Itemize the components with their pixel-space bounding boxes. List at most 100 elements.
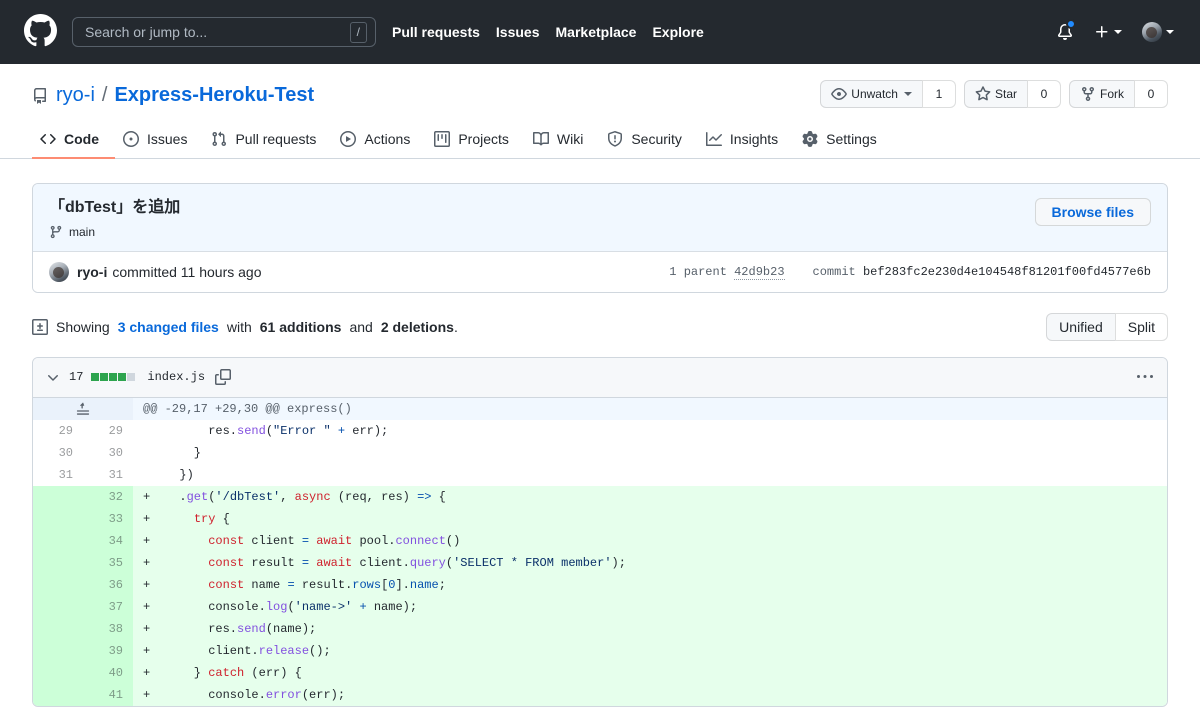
line-number-new: 32: [83, 485, 133, 508]
star-count[interactable]: 0: [1027, 80, 1061, 108]
fork-count[interactable]: 0: [1134, 80, 1168, 108]
repo-icon: [32, 86, 48, 104]
line-number-old: [33, 507, 83, 530]
nav-explore[interactable]: Explore: [652, 24, 703, 40]
repo-breadcrumb-separator: /: [101, 84, 108, 106]
nav-issues[interactable]: Issues: [496, 24, 540, 40]
notification-indicator-dot: [1066, 19, 1076, 29]
star-button[interactable]: Star: [963, 80, 1027, 108]
file-name[interactable]: index.js: [147, 370, 205, 384]
line-content[interactable]: }): [133, 463, 1167, 486]
diff-summary-row: Showing 3 changed files with 61 addition…: [32, 312, 1168, 341]
unified-view-button[interactable]: Unified: [1046, 312, 1115, 341]
eye-icon: [831, 86, 848, 102]
line-content[interactable]: + .get('/dbTest', async (req, res) => {: [133, 485, 1167, 508]
line-content[interactable]: + const result = await client.query('SEL…: [133, 551, 1167, 574]
parent-label: 1 parent: [669, 264, 727, 279]
tab-settings[interactable]: Settings: [794, 125, 893, 159]
parent-info: 1 parent 42d9b23: [669, 264, 785, 280]
hunk-header-text: @@ -29,17 +29,30 @@ express(): [133, 397, 1167, 420]
fork-label: Fork: [1100, 87, 1124, 101]
diff-summary-with: with: [226, 318, 252, 335]
file-diffstat: [91, 373, 136, 382]
tab-pull-requests[interactable]: Pull requests: [203, 125, 332, 159]
gear-icon: [802, 131, 818, 147]
repo-owner-link[interactable]: ryo-i: [56, 80, 95, 110]
commit-branch-name[interactable]: main: [69, 225, 95, 239]
author-avatar: [49, 261, 69, 282]
line-content[interactable]: }: [133, 441, 1167, 464]
tab-actions[interactable]: Actions: [332, 125, 426, 159]
line-number-old: [33, 573, 83, 596]
line-number-new: 29: [83, 419, 133, 442]
line-content[interactable]: + console.error(err);: [133, 683, 1167, 706]
commit-header-text: 「dbTest」を追加 main: [49, 198, 180, 239]
tab-code-label: Code: [64, 131, 99, 147]
unwatch-button[interactable]: Unwatch: [820, 80, 922, 108]
tab-actions-label: Actions: [364, 131, 411, 147]
nav-pull-requests[interactable]: Pull requests: [392, 24, 480, 40]
global-nav: Pull requests Issues Marketplace Explore: [392, 24, 704, 40]
diffstat-block-none: [127, 373, 136, 382]
notifications-button[interactable]: [1048, 16, 1082, 48]
line-number-old: [33, 485, 83, 508]
tab-insights[interactable]: Insights: [698, 125, 794, 159]
nav-marketplace[interactable]: Marketplace: [556, 24, 637, 40]
line-content[interactable]: res.send("Error " + err);: [133, 419, 1167, 442]
repo-name-link[interactable]: Express-Heroku-Test: [114, 80, 314, 110]
line-content[interactable]: + const name = result.rows[0].name;: [133, 573, 1167, 596]
line-number-new: 34: [83, 529, 133, 552]
line-number-new: 31: [83, 463, 133, 486]
browse-files-button[interactable]: Browse files: [1034, 198, 1151, 226]
tab-insights-label: Insights: [729, 131, 779, 147]
chevron-down-icon: [1114, 30, 1122, 34]
tab-projects[interactable]: Projects: [426, 125, 525, 159]
line-content[interactable]: + console.log('name->' + name);: [133, 595, 1167, 618]
commit-time-text: committed 11 hours ago: [112, 263, 262, 280]
tab-wiki[interactable]: Wiki: [525, 125, 599, 159]
create-new-button[interactable]: [1086, 16, 1130, 48]
commit-info: commit bef283fc2e230d4e104548f81201f00fd…: [813, 265, 1151, 279]
commit-label: commit: [812, 264, 856, 279]
repository-tabs: Code Issues Pull requests Actions Projec…: [32, 124, 1168, 159]
fork-button[interactable]: Fork: [1069, 80, 1134, 108]
line-content[interactable]: + } catch (err) {: [133, 661, 1167, 684]
changed-files-link[interactable]: 3 changed files: [118, 319, 219, 335]
line-number-new: 39: [83, 639, 133, 662]
diff-summary-and: and: [349, 318, 373, 335]
split-view-button[interactable]: Split: [1114, 312, 1168, 341]
commit-author-link[interactable]: ryo-i: [77, 264, 107, 280]
chevron-down-icon: [1166, 30, 1174, 34]
plus-icon: [1094, 24, 1110, 40]
fork-button-group: Fork 0: [1069, 80, 1168, 108]
tab-issues[interactable]: Issues: [115, 125, 203, 159]
watch-count[interactable]: 1: [921, 80, 956, 108]
copy-icon[interactable]: [215, 369, 232, 386]
line-number-new: 41: [83, 683, 133, 706]
line-content[interactable]: + try {: [133, 507, 1167, 530]
main-content: 「dbTest」を追加 main Browse files ryo-i comm…: [0, 159, 1200, 707]
diff-line-row: 35 + const result = await client.query('…: [33, 551, 1167, 574]
line-content[interactable]: + const client = await pool.connect(): [133, 529, 1167, 552]
deletions-count: 2 deletions: [380, 318, 454, 335]
line-content[interactable]: + res.send(name);: [133, 617, 1167, 640]
account-menu-button[interactable]: [1134, 16, 1180, 48]
play-icon: [340, 131, 357, 147]
tab-security[interactable]: Security: [599, 125, 698, 159]
line-number-old: [33, 595, 83, 618]
book-icon: [532, 131, 549, 147]
line-number-old: 31: [33, 463, 83, 486]
unwatch-label: Unwatch: [851, 87, 898, 101]
chevron-down-icon[interactable]: [45, 369, 61, 385]
kebab-horizontal-icon[interactable]: [1131, 363, 1159, 391]
line-content[interactable]: + client.release();: [133, 639, 1167, 662]
line-number-new: 40: [83, 661, 133, 684]
line-number-old: [33, 683, 83, 706]
parent-sha-link[interactable]: 42d9b23: [734, 264, 785, 280]
github-logo-link[interactable]: [24, 14, 60, 50]
expand-lines-button[interactable]: [33, 397, 133, 420]
diff-table: @@ -29,17 +29,30 @@ express() 29 29 res.…: [33, 397, 1167, 706]
search-input[interactable]: Search or jump to... /: [72, 17, 376, 47]
commit-branch: main: [49, 225, 180, 239]
tab-code[interactable]: Code: [32, 125, 115, 159]
